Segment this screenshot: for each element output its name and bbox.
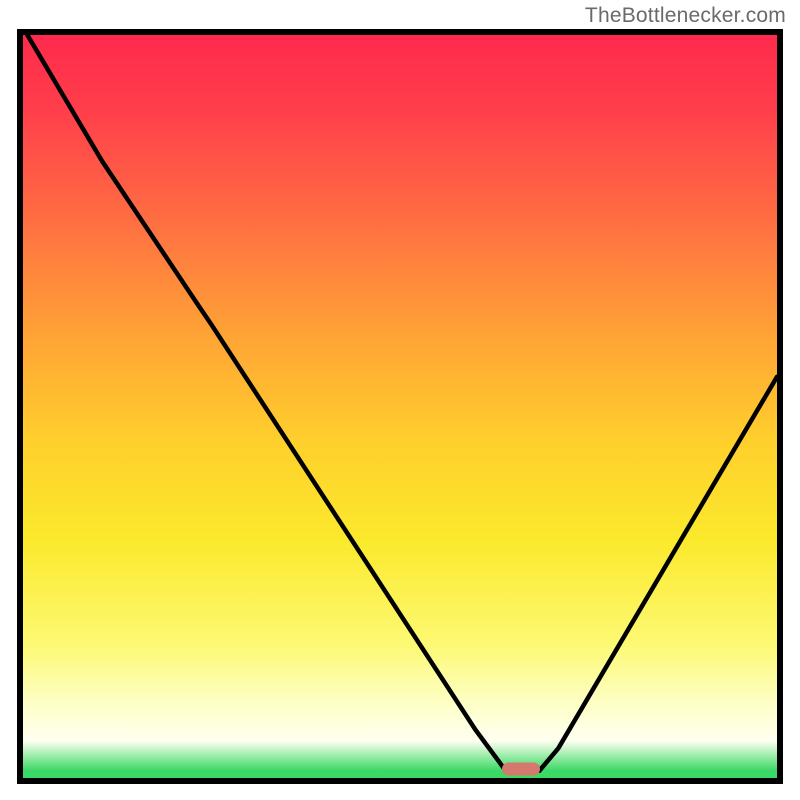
chart-container: TheBottlenecker.com (0, 0, 800, 800)
plot-area (17, 29, 783, 784)
minimum-marker (502, 763, 540, 776)
watermark-text: TheBottlenecker.com (585, 4, 786, 28)
curve-svg (23, 35, 777, 778)
curve-path (23, 35, 777, 771)
